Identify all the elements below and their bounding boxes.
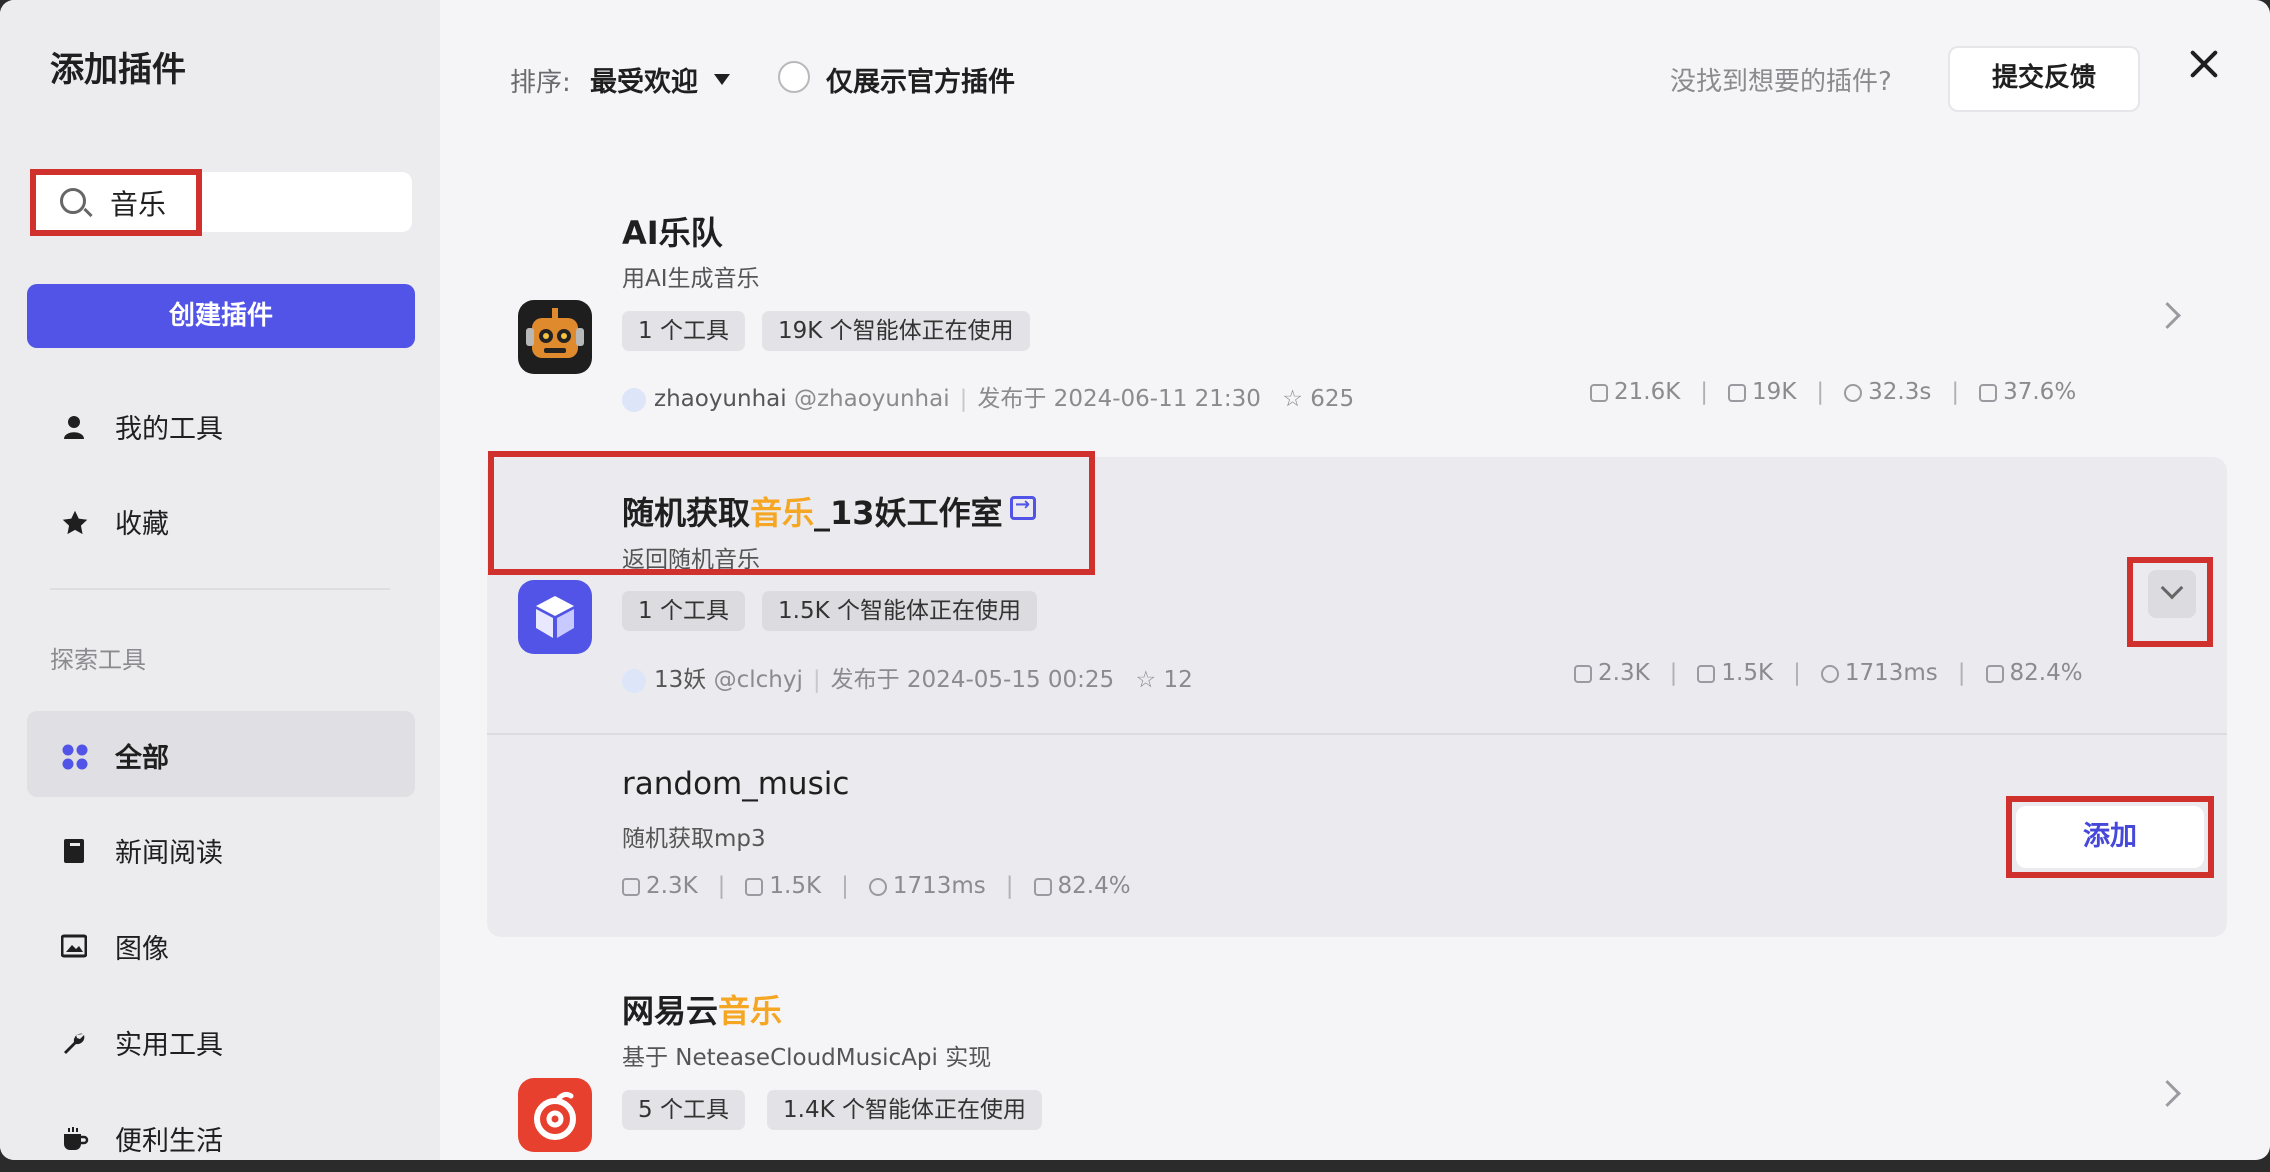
sort-label: 排序:: [510, 68, 571, 98]
star-outline-icon: ☆: [1135, 667, 1157, 693]
plugin-meta: 13妖 @clchyj | 发布于 2024-05-15 00:25 ☆ 12: [622, 660, 1193, 694]
star-outline-icon: ☆: [1282, 386, 1303, 412]
netease-music-logo: [518, 1078, 592, 1152]
clock-icon: [868, 877, 887, 896]
annotation-highlight: [2006, 796, 2214, 878]
star-count: 625: [1310, 386, 1355, 412]
official-only-label[interactable]: 仅展示官方插件: [826, 60, 1015, 99]
cup-icon: [61, 1126, 89, 1152]
publish-date: 发布于 2024-05-15 00:25: [830, 667, 1115, 693]
bot-icon: [1697, 664, 1716, 683]
dialog-title: 添加插件: [50, 50, 186, 90]
bot-icon: [1728, 383, 1747, 402]
cube-icon: [1574, 664, 1592, 683]
usage-badge: 1.4K 个智能体正在使用: [767, 1090, 1042, 1130]
clock-icon: [1844, 383, 1863, 402]
plugin-description: 基于 NeteaseCloudMusicApi 实现: [622, 1045, 992, 1071]
annotation-highlight: [2127, 557, 2213, 647]
grid-icon: [61, 743, 88, 770]
category-news[interactable]: 新闻阅读: [27, 806, 415, 892]
success-rate-icon: [1985, 664, 2004, 683]
sort-dropdown[interactable]: 最受欢迎: [590, 60, 698, 99]
author-handle: @clchyj: [713, 667, 803, 693]
cube-icon: [622, 877, 640, 896]
sidebar-item-favorites[interactable]: 收藏: [27, 477, 415, 563]
explore-section-title: 探索工具: [50, 646, 146, 674]
category-label: 新闻阅读: [115, 838, 223, 869]
plugin-stats: 21.6K | 19K | 32.3s | 37.6%: [1590, 379, 2076, 405]
avatar: [622, 668, 646, 693]
category-label: 图像: [115, 934, 169, 965]
robot-band-logo: [518, 300, 592, 374]
tool-count-badge: 1 个工具: [622, 311, 745, 351]
author-handle: @zhaoyunhai: [793, 386, 950, 412]
image-icon: [60, 934, 88, 960]
success-rate-icon: [1033, 877, 1052, 896]
chevron-right-icon[interactable]: [2154, 302, 2181, 329]
publish-date: 发布于 2024-06-11 21:30: [977, 386, 1261, 412]
create-plugin-button[interactable]: 创建插件: [27, 284, 415, 348]
cube-icon: [1590, 383, 1608, 402]
category-all[interactable]: 全部: [27, 711, 415, 797]
category-label: 全部: [115, 743, 169, 774]
sidebar-divider: [50, 588, 390, 590]
official-only-radio[interactable]: [778, 61, 810, 93]
tool-count-badge: 1 个工具: [622, 591, 745, 631]
not-found-text: 没找到想要的插件?: [1670, 67, 1892, 97]
category-image[interactable]: 图像: [27, 902, 415, 988]
author-name[interactable]: zhaoyunhai: [654, 386, 787, 412]
category-utilities[interactable]: 实用工具: [27, 998, 415, 1084]
tool-name: random_music: [622, 766, 850, 802]
plugin-meta: zhaoyunhai @zhaoyunhai | 发布于 2024-06-11 21…: [622, 379, 1354, 413]
category-life[interactable]: 便利生活: [27, 1094, 415, 1160]
clock-icon: [1820, 664, 1839, 683]
person-icon: [61, 414, 87, 440]
avatar: [622, 387, 646, 412]
chevron-right-icon[interactable]: [2154, 1080, 2181, 1107]
plugin-title[interactable]: AI乐队: [622, 208, 723, 254]
star-count: 12: [1163, 667, 1193, 693]
plugin-description: 用AI生成音乐: [622, 266, 760, 292]
wrench-icon: [61, 1030, 87, 1056]
annotation-highlight: [30, 169, 202, 236]
usage-badge: 1.5K 个智能体正在使用: [762, 591, 1037, 631]
cube-logo: [518, 580, 592, 654]
close-icon[interactable]: [2186, 46, 2222, 82]
caret-down-icon[interactable]: [714, 74, 730, 85]
add-plugin-dialog: 添加插件 音乐 创建插件 我的工具 收藏 探索工具 全部 新闻阅读 图像 实用工…: [0, 0, 2270, 1160]
tool-stats: 2.3K | 1.5K | 1713ms | 82.4%: [622, 873, 1131, 899]
card-divider: [487, 733, 2227, 735]
category-label: 实用工具: [115, 1030, 223, 1061]
submit-feedback-button[interactable]: 提交反馈: [1948, 46, 2140, 112]
sidebar-item-my-tools[interactable]: 我的工具: [27, 382, 415, 468]
usage-badge: 19K 个智能体正在使用: [762, 311, 1030, 351]
tool-count-badge: 5 个工具: [622, 1090, 745, 1130]
star-icon: [61, 509, 88, 535]
plugin-title[interactable]: 网易云音乐: [622, 986, 782, 1032]
plugin-stats: 2.3K | 1.5K | 1713ms | 82.4%: [1574, 660, 2083, 686]
sidebar-item-label: 我的工具: [115, 414, 223, 445]
sidebar-item-label: 收藏: [115, 509, 169, 540]
category-label: 便利生活: [115, 1126, 223, 1157]
book-icon: [61, 838, 87, 864]
annotation-highlight: [488, 451, 1095, 575]
author-name[interactable]: 13妖: [654, 667, 706, 693]
bot-icon: [745, 877, 764, 896]
tool-description: 随机获取mp3: [622, 826, 766, 852]
success-rate-icon: [1979, 383, 1998, 402]
